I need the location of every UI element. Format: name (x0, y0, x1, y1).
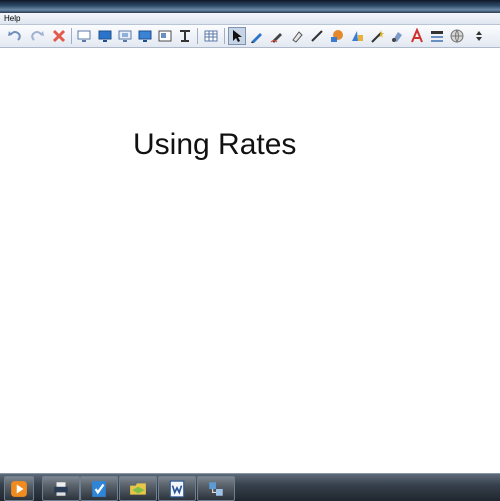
toolbar (0, 25, 500, 48)
toolbar-separator (197, 28, 198, 44)
fill-icon[interactable] (328, 27, 346, 45)
highlighter-icon[interactable] (288, 27, 306, 45)
shapes-icon[interactable] (348, 27, 366, 45)
folder-icon[interactable] (119, 476, 157, 501)
more-icon[interactable] (470, 27, 488, 45)
table-icon[interactable] (202, 27, 220, 45)
select-arrow-icon[interactable] (228, 27, 246, 45)
printer-icon[interactable] (42, 476, 80, 501)
undo-icon[interactable] (6, 27, 24, 45)
capture-icon[interactable] (116, 27, 134, 45)
properties-icon[interactable] (428, 27, 446, 45)
text-icon[interactable] (408, 27, 426, 45)
display-icon[interactable] (136, 27, 154, 45)
taskbar (0, 473, 500, 501)
whiteboard-canvas[interactable]: Using Rates (0, 48, 500, 473)
screen-shade-icon[interactable] (75, 27, 93, 45)
menu-help[interactable]: Help (0, 14, 20, 23)
creative-pen-icon[interactable] (268, 27, 286, 45)
window-titlebar (0, 0, 500, 13)
network-icon[interactable] (197, 476, 235, 501)
line-icon[interactable] (308, 27, 326, 45)
page-title: Using Rates (133, 128, 297, 161)
notebook-icon[interactable] (80, 476, 118, 501)
eraser-icon[interactable] (388, 27, 406, 45)
menu-bar: Help (0, 13, 500, 25)
magic-pen-icon[interactable] (368, 27, 386, 45)
delete-icon[interactable] (50, 27, 68, 45)
toolbar-separator (224, 28, 225, 44)
redo-icon[interactable] (28, 27, 46, 45)
pen-icon[interactable] (248, 27, 266, 45)
media-player-icon[interactable] (4, 476, 34, 501)
toolbar-separator (71, 28, 72, 44)
word-icon[interactable] (158, 476, 196, 501)
monitor-icon[interactable] (96, 27, 114, 45)
screen-capture-icon[interactable] (156, 27, 174, 45)
document-camera-icon[interactable] (176, 27, 194, 45)
globe-icon[interactable] (448, 27, 466, 45)
